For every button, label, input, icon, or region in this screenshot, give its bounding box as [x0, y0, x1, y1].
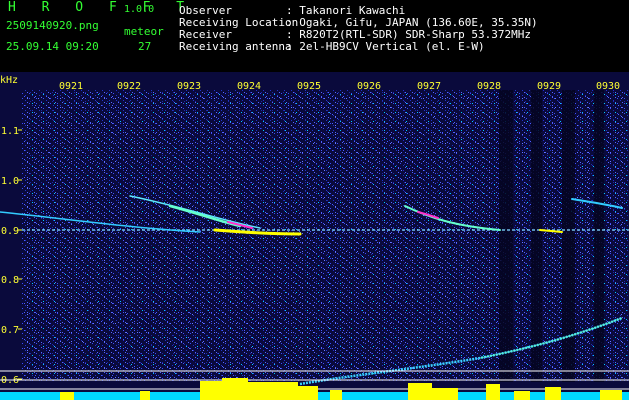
- intensity-peak: [600, 390, 622, 400]
- meteor-label: meteor: [124, 25, 164, 38]
- time-label: 0926: [357, 81, 381, 92]
- file-name: 2509140920.png: [6, 19, 99, 32]
- time-label: 0927: [417, 81, 441, 92]
- intensity-peak: [298, 386, 318, 400]
- intensity-peak: [514, 391, 530, 400]
- info-key-antenna: Receiving antenna: [179, 40, 292, 53]
- intensity-peak: [408, 383, 432, 400]
- intensity-peak: [140, 391, 150, 400]
- dark-stripe: [594, 90, 604, 382]
- freq-label: 0.8: [1, 275, 19, 286]
- time-label: 0923: [177, 81, 201, 92]
- intensity-peak: [545, 387, 561, 400]
- freq-label: 1.0: [1, 176, 19, 187]
- freq-label: 1.1: [1, 126, 19, 137]
- header-panel: H R O F F T 1.0.0 2509140920.png 25.09.1…: [0, 0, 629, 72]
- time-label: 0921: [59, 81, 83, 92]
- app-version: 1.0.0: [124, 4, 155, 15]
- intensity-peak: [248, 382, 298, 400]
- intensity-peak: [432, 388, 458, 400]
- time-label: 0924: [237, 81, 261, 92]
- app-title: H R O F F T: [8, 0, 194, 15]
- date-time: 25.09.14 09:20: [6, 40, 99, 53]
- freq-label: 0.7: [1, 325, 19, 336]
- time-label: 0928: [477, 81, 501, 92]
- intensity-peak: [486, 384, 500, 400]
- intensity-peak: [200, 381, 222, 400]
- intensity-peak: [222, 378, 248, 400]
- time-label: 0922: [117, 81, 141, 92]
- dark-stripe: [531, 90, 542, 382]
- time-label: 0925: [297, 81, 321, 92]
- intensity-peak: [330, 390, 342, 400]
- spectrogram-display: kHz 0921 0922 0923 0924 0925 0926 0927 0…: [0, 72, 629, 400]
- time-label: 0930: [596, 81, 620, 92]
- info-value-antenna: : 2el-HB9CV Vertical (el. E-W): [286, 40, 485, 53]
- time-label: 0929: [537, 81, 561, 92]
- freq-label: 0.9: [1, 226, 19, 237]
- intensity-peak: [60, 392, 74, 400]
- unit-label: kHz: [0, 75, 18, 86]
- meteor-count: 27: [138, 40, 152, 53]
- dark-stripe: [499, 90, 513, 382]
